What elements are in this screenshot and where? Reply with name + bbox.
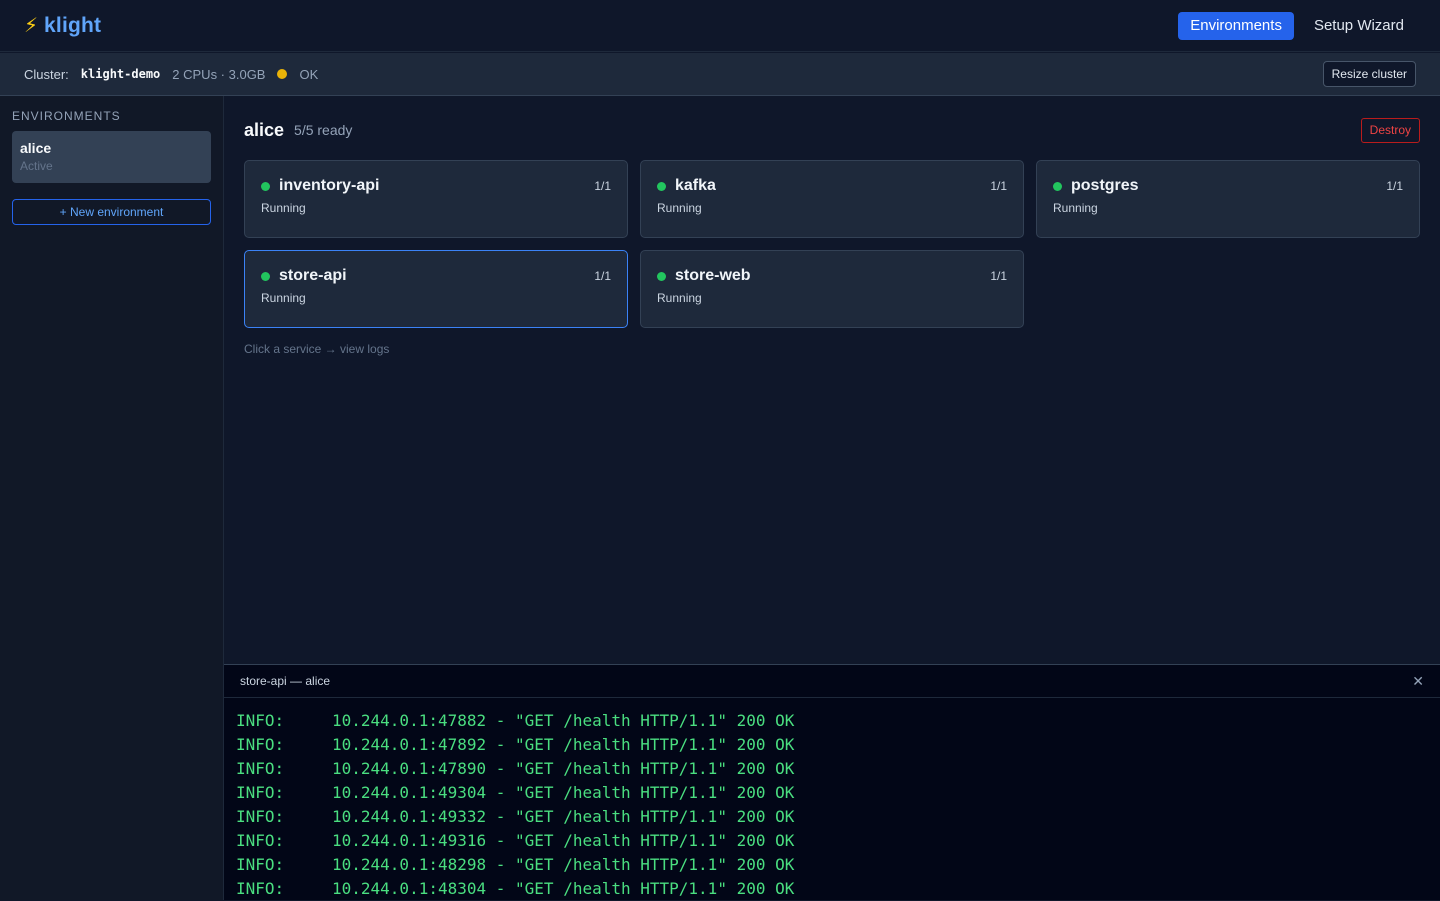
lightning-bolt-icon: ⚡ bbox=[24, 14, 39, 37]
service-state: Running bbox=[657, 291, 702, 305]
service-name: store-web bbox=[675, 267, 751, 284]
ready-count: 5/5 ready bbox=[294, 122, 353, 138]
status-dot bbox=[261, 181, 270, 191]
log-line: INFO: 10.244.0.1:48304 - "GET /health HTT… bbox=[236, 877, 1428, 901]
replica-count: 1/1 bbox=[594, 179, 611, 193]
destroy-button[interactable]: Destroy bbox=[1360, 117, 1420, 143]
env-item-status: Active bbox=[20, 159, 53, 173]
cluster-name: klight-demo bbox=[80, 67, 161, 81]
log-line: INFO: 10.244.0.1:48298 - "GET /health HTT… bbox=[236, 853, 1428, 877]
top-bar: ⚡ klight Environments Setup Wizard bbox=[0, 0, 1440, 52]
replica-count: 1/1 bbox=[594, 269, 611, 283]
service-state: Running bbox=[261, 201, 306, 215]
log-line: INFO: 10.244.0.1:47890 - "GET /health HTT… bbox=[236, 757, 1428, 781]
service-grid: inventory-api 1/1 Running kafka 1/1 Runn… bbox=[244, 160, 1420, 328]
status-dot bbox=[1053, 181, 1062, 191]
log-message: 10.244.0.1:47882 - "GET /health HTTP/1.1… bbox=[332, 711, 795, 730]
log-level: INFO: bbox=[236, 735, 285, 754]
log-level: INFO: bbox=[236, 807, 285, 826]
log-panel: store-api — alice ✕ INFO: 10.244.0.1:4788… bbox=[224, 664, 1440, 900]
sidebar-heading: ENVIRONMENTS bbox=[12, 109, 121, 123]
nav-setup-wizard-button[interactable]: Setup Wizard bbox=[1302, 12, 1416, 40]
service-name: store-api bbox=[279, 267, 347, 284]
close-icon[interactable]: ✕ bbox=[1412, 673, 1424, 690]
cluster-label: Cluster: bbox=[24, 66, 69, 82]
nav-environments-button[interactable]: Environments bbox=[1178, 11, 1294, 40]
main-nav: Environments Setup Wizard bbox=[1178, 11, 1416, 40]
service-name: postgres bbox=[1071, 177, 1139, 194]
service-card-store-api[interactable]: store-api 1/1 Running bbox=[244, 250, 628, 328]
log-line: INFO: 10.244.0.1:49332 - "GET /health HTT… bbox=[236, 805, 1428, 829]
log-level: INFO: bbox=[236, 759, 285, 778]
logs-hint: Click a service → view logs bbox=[244, 342, 390, 356]
log-line: INFO: 10.244.0.1:47892 - "GET /health HTT… bbox=[236, 733, 1428, 757]
sidebar-item-alice[interactable]: alice Active bbox=[12, 131, 211, 183]
sidebar: ENVIRONMENTS alice Active + New environm… bbox=[0, 96, 224, 900]
replica-count: 1/1 bbox=[1386, 179, 1403, 193]
replica-count: 1/1 bbox=[990, 179, 1007, 193]
log-message: 10.244.0.1:47892 - "GET /health HTTP/1.1… bbox=[332, 735, 795, 754]
environment-header: alice 5/5 ready Destroy bbox=[244, 96, 1420, 164]
cluster-status: OK bbox=[299, 66, 319, 82]
environment-title: alice bbox=[244, 119, 285, 140]
service-card-inventory-api[interactable]: inventory-api 1/1 Running bbox=[244, 160, 628, 238]
log-header: store-api — alice ✕ bbox=[224, 665, 1440, 698]
cluster-resources: 2 CPUs · 3.0GB bbox=[172, 66, 266, 82]
service-card-postgres[interactable]: postgres 1/1 Running bbox=[1036, 160, 1420, 238]
log-line: INFO: 10.244.0.1:49316 - "GET /health HTT… bbox=[236, 829, 1428, 853]
log-output: INFO: 10.244.0.1:47882 - "GET /health HTT… bbox=[224, 698, 1440, 901]
log-line: INFO: 10.244.0.1:49304 - "GET /health HTT… bbox=[236, 781, 1428, 805]
service-name: kafka bbox=[675, 177, 716, 194]
new-environment-button[interactable]: + New environment bbox=[12, 199, 211, 225]
log-level: INFO: bbox=[236, 783, 285, 802]
brand[interactable]: ⚡ klight bbox=[24, 14, 101, 38]
log-message: 10.244.0.1:48298 - "GET /health HTTP/1.1… bbox=[332, 855, 795, 874]
service-card-store-web[interactable]: store-web 1/1 Running bbox=[640, 250, 1024, 328]
main-content: alice 5/5 ready Destroy inventory-api 1/… bbox=[224, 96, 1440, 664]
env-item-name: alice bbox=[20, 140, 52, 156]
resize-cluster-button[interactable]: Resize cluster bbox=[1322, 61, 1416, 87]
service-state: Running bbox=[1053, 201, 1098, 215]
log-message: 10.244.0.1:49304 - "GET /health HTTP/1.1… bbox=[332, 783, 795, 802]
log-message: 10.244.0.1:49332 - "GET /health HTTP/1.1… bbox=[332, 807, 795, 826]
cluster-bar: Cluster: klight-demo 2 CPUs · 3.0GB OK R… bbox=[0, 53, 1440, 96]
log-level: INFO: bbox=[236, 879, 285, 898]
status-dot bbox=[261, 271, 270, 281]
service-card-kafka[interactable]: kafka 1/1 Running bbox=[640, 160, 1024, 238]
log-message: 10.244.0.1:48304 - "GET /health HTTP/1.1… bbox=[332, 879, 795, 898]
log-level: INFO: bbox=[236, 831, 285, 850]
brand-name: klight bbox=[44, 13, 102, 37]
log-line: INFO: 10.244.0.1:47882 - "GET /health HTT… bbox=[236, 709, 1428, 733]
status-dot bbox=[657, 271, 666, 281]
log-level: INFO: bbox=[236, 711, 285, 730]
log-message: 10.244.0.1:47890 - "GET /health HTTP/1.1… bbox=[332, 759, 795, 778]
service-state: Running bbox=[657, 201, 702, 215]
cluster-status-dot bbox=[277, 69, 288, 79]
service-state: Running bbox=[261, 291, 306, 305]
service-name: inventory-api bbox=[279, 177, 380, 194]
log-message: 10.244.0.1:49316 - "GET /health HTTP/1.1… bbox=[332, 831, 795, 850]
replica-count: 1/1 bbox=[990, 269, 1007, 283]
log-title: store-api — alice bbox=[240, 674, 331, 688]
log-level: INFO: bbox=[236, 855, 285, 874]
status-dot bbox=[657, 181, 666, 191]
